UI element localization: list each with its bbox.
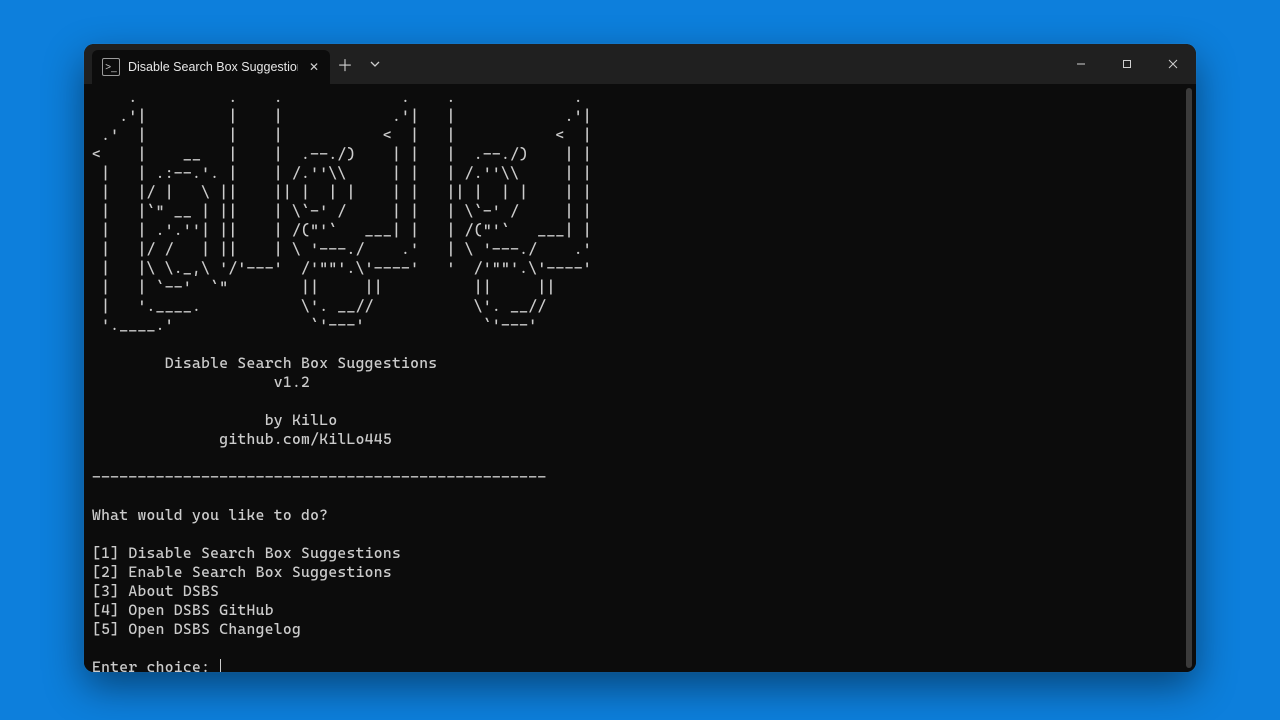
- terminal-viewport: . . . . . . .'| | | .'| | .'| .' | | | <…: [84, 84, 1196, 672]
- terminal-tab[interactable]: >_ Disable Search Box Suggestion ✕: [92, 50, 330, 84]
- window-title-bar[interactable]: >_ Disable Search Box Suggestion ✕ ＋: [84, 44, 1196, 84]
- new-tab-button[interactable]: ＋: [330, 44, 360, 84]
- window-maximize-button[interactable]: [1104, 44, 1150, 84]
- maximize-icon: [1122, 59, 1132, 69]
- terminal-scrollbar[interactable]: [1184, 88, 1194, 668]
- window-minimize-button[interactable]: [1058, 44, 1104, 84]
- chevron-down-icon: [370, 59, 380, 69]
- title-bar-drag-region[interactable]: [390, 44, 1058, 84]
- tab-close-button[interactable]: ✕: [306, 59, 322, 75]
- close-icon: [1168, 59, 1178, 69]
- window-close-button[interactable]: [1150, 44, 1196, 84]
- terminal-output[interactable]: . . . . . . .'| | | .'| | .'| .' | | | <…: [84, 84, 1184, 672]
- desktop-background: >_ Disable Search Box Suggestion ✕ ＋: [0, 0, 1280, 720]
- input-cursor: [220, 659, 221, 672]
- minimize-icon: [1076, 59, 1086, 69]
- scrollbar-thumb[interactable]: [1186, 88, 1192, 668]
- terminal-icon: >_: [102, 58, 120, 76]
- terminal-window: >_ Disable Search Box Suggestion ✕ ＋: [84, 44, 1196, 672]
- tab-dropdown-button[interactable]: [360, 44, 390, 84]
- tab-title-text: Disable Search Box Suggestion: [128, 60, 298, 74]
